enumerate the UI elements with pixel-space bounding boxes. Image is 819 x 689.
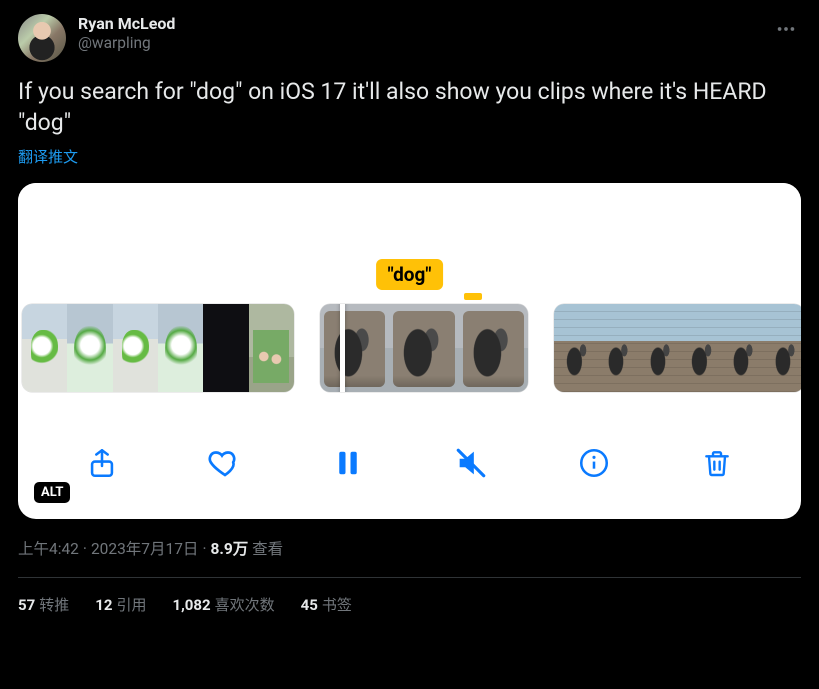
thumbnail bbox=[249, 304, 294, 392]
thumbnail bbox=[762, 304, 801, 392]
clip-group-3[interactable] bbox=[554, 304, 801, 392]
thumbnail bbox=[637, 304, 679, 392]
pause-button[interactable] bbox=[324, 439, 372, 487]
tweet-time: 上午4:42 bbox=[18, 540, 79, 558]
pause-icon bbox=[333, 448, 363, 478]
divider bbox=[18, 577, 801, 578]
media-attachment[interactable]: "dog" bbox=[18, 183, 801, 519]
translate-link[interactable]: 翻译推文 bbox=[18, 146, 78, 167]
share-button[interactable] bbox=[78, 439, 126, 487]
thumbnail bbox=[203, 304, 248, 392]
author-block[interactable]: Ryan McLeod @warpling bbox=[78, 14, 175, 53]
clip-group-2[interactable] bbox=[320, 304, 528, 392]
thumbnail bbox=[459, 304, 528, 392]
media-whitespace bbox=[18, 183, 801, 271]
thumbnail bbox=[158, 304, 203, 392]
thumbnail bbox=[679, 304, 721, 392]
tweet-container: Ryan McLeod @warpling If you search for … bbox=[0, 0, 819, 629]
thumbnail bbox=[320, 304, 389, 392]
quotes-stat[interactable]: 12引用 bbox=[95, 594, 146, 615]
trash-icon bbox=[701, 447, 733, 479]
search-tag-bubble: "dog" bbox=[376, 259, 444, 290]
media-toolbar bbox=[18, 427, 801, 499]
clip-group-1[interactable] bbox=[22, 304, 294, 392]
stats-row: 57转推 12引用 1,082喜欢次数 45书签 bbox=[18, 594, 801, 615]
retweets-stat[interactable]: 57转推 bbox=[18, 594, 69, 615]
thumbnail bbox=[721, 304, 763, 392]
tweet-meta[interactable]: 上午4:42·2023年7月17日·8.9万 查看 bbox=[18, 537, 801, 559]
tweet-date: 2023年7月17日 bbox=[91, 540, 198, 558]
tweet-text: If you search for "dog" on iOS 17 it'll … bbox=[18, 76, 801, 138]
tweet-header: Ryan McLeod @warpling bbox=[18, 14, 801, 62]
info-icon bbox=[577, 446, 611, 480]
ellipsis-icon bbox=[775, 18, 797, 40]
info-button[interactable] bbox=[570, 439, 618, 487]
playhead[interactable] bbox=[340, 304, 345, 392]
thumbnail bbox=[22, 304, 67, 392]
thumbnail bbox=[596, 304, 638, 392]
views-count: 8.9万 bbox=[211, 540, 249, 558]
mute-button[interactable] bbox=[447, 439, 495, 487]
likes-stat[interactable]: 1,082喜欢次数 bbox=[172, 594, 274, 615]
delete-button[interactable] bbox=[693, 439, 741, 487]
bookmarks-stat[interactable]: 45书签 bbox=[301, 594, 352, 615]
thumbnail bbox=[554, 304, 596, 392]
thumbnail bbox=[113, 304, 158, 392]
author-handle: @warpling bbox=[78, 34, 175, 53]
alt-badge[interactable]: ALT bbox=[34, 482, 70, 503]
like-button[interactable] bbox=[201, 439, 249, 487]
more-options-button[interactable] bbox=[771, 14, 801, 44]
avatar[interactable] bbox=[18, 14, 66, 62]
heart-icon bbox=[207, 445, 243, 481]
views-label: 查看 bbox=[252, 540, 283, 558]
author-display-name: Ryan McLeod bbox=[78, 14, 175, 34]
video-scrubber[interactable] bbox=[18, 304, 801, 392]
thumbnail bbox=[389, 304, 458, 392]
speaker-muted-icon bbox=[454, 446, 488, 480]
search-tag-marker bbox=[464, 293, 482, 300]
thumbnail bbox=[67, 304, 112, 392]
share-icon bbox=[85, 446, 119, 480]
